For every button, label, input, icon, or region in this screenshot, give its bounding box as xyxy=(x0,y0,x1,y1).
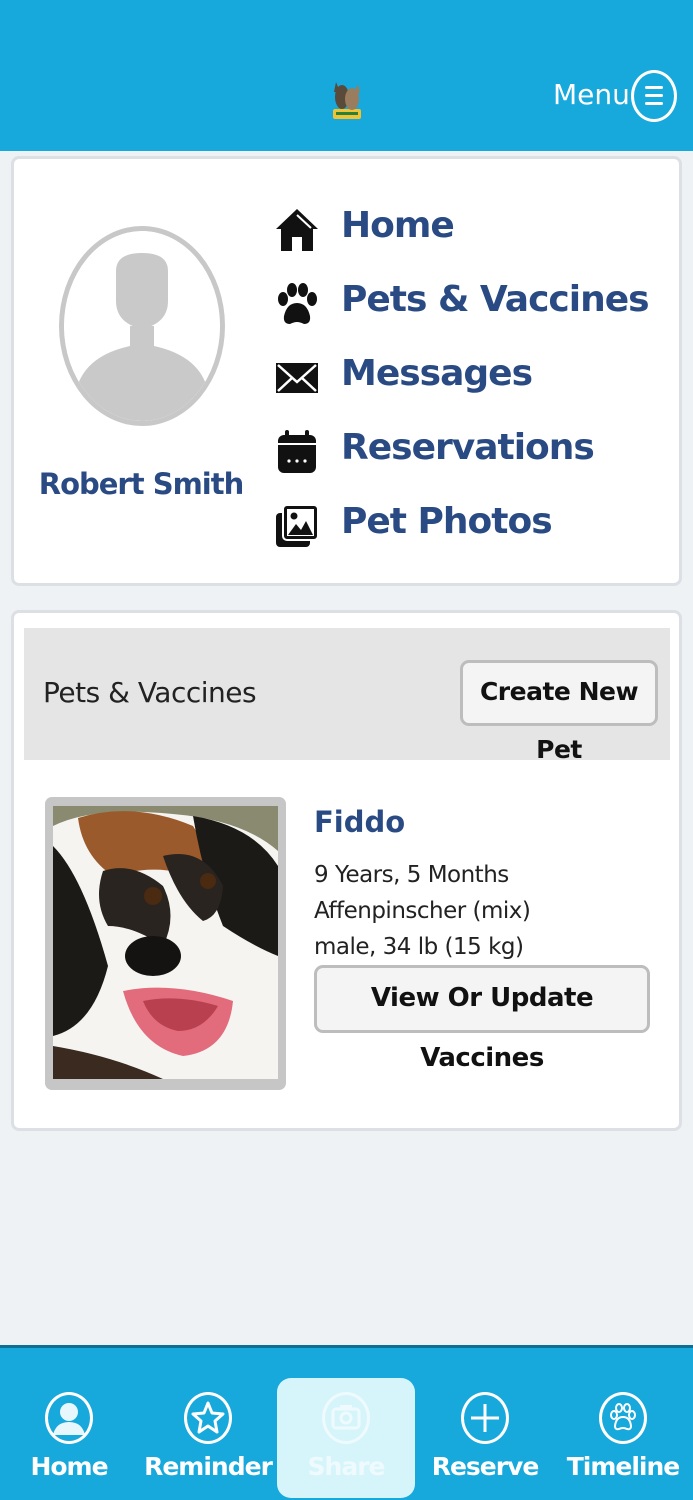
app-header: Menu xyxy=(0,0,693,151)
tab-label-reminder: Reminder xyxy=(144,1452,273,1481)
tab-share[interactable]: Share xyxy=(277,1378,415,1498)
tab-reserve[interactable]: Reserve xyxy=(416,1378,554,1498)
tab-label-reserve: Reserve xyxy=(431,1452,540,1481)
tab-label-home: Home xyxy=(30,1452,108,1481)
nav-item-pet-photos[interactable]: Pet Photos xyxy=(274,495,674,555)
nav-item-pets-vaccines[interactable]: Pets & Vaccines xyxy=(274,273,674,333)
nav-label-home: Home xyxy=(341,205,455,246)
menu-label[interactable]: Menu xyxy=(553,78,630,112)
house-icon xyxy=(276,209,318,251)
user-name[interactable]: Robert Smith xyxy=(29,467,253,501)
pet-breed: Affenpinscher (mix) xyxy=(314,898,531,924)
plus-icon xyxy=(461,1392,509,1444)
pet-photo-frame[interactable] xyxy=(45,797,286,1090)
nav-label-pet-photos: Pet Photos xyxy=(341,501,553,542)
pets-section-header: Pets & Vaccines Create New Pet xyxy=(24,628,670,764)
tab-label-share: Share xyxy=(307,1452,386,1481)
nav-label-pets-vaccines: Pets & Vaccines xyxy=(341,279,650,320)
pet-details: male, 34 lb (15 kg) xyxy=(314,934,524,960)
paw-icon xyxy=(599,1392,647,1444)
tab-reminder[interactable]: Reminder xyxy=(139,1378,277,1498)
profile-card: Robert Smith Home Pets & Vaccines Messag… xyxy=(11,156,682,586)
tab-home[interactable]: Home xyxy=(0,1378,138,1498)
person-icon xyxy=(45,1392,93,1444)
dog-cat-logo-icon[interactable] xyxy=(331,76,363,122)
paw-icon xyxy=(278,283,317,324)
photos-icon xyxy=(276,504,319,547)
star-icon xyxy=(184,1392,232,1444)
nav-label-reservations: Reservations xyxy=(341,427,595,468)
view-update-vaccines-button[interactable]: View Or Update Vaccines xyxy=(314,965,650,1073)
hamburger-menu-icon[interactable] xyxy=(631,70,677,122)
camera-icon xyxy=(322,1392,370,1444)
calendar-icon xyxy=(278,430,316,473)
nav-item-messages[interactable]: Messages xyxy=(274,347,674,407)
tab-timeline[interactable]: Timeline xyxy=(554,1378,692,1498)
envelope-icon xyxy=(276,363,318,393)
create-new-pet-button[interactable]: Create New Pet xyxy=(460,660,658,764)
person-silhouette-icon[interactable] xyxy=(59,226,225,426)
pets-card: Pets & Vaccines Create New Pet Fiddo 9 Y… xyxy=(11,610,682,1131)
bottom-tab-bar: Home Reminder Share Reserve Timeline xyxy=(0,1345,693,1500)
pet-age: 9 Years, 5 Months xyxy=(314,862,509,888)
pets-section-title: Pets & Vaccines xyxy=(43,676,257,709)
nav-item-home[interactable]: Home xyxy=(274,199,674,259)
tab-label-timeline: Timeline xyxy=(566,1452,681,1481)
pet-name[interactable]: Fiddo xyxy=(314,805,405,839)
pet-photo[interactable] xyxy=(53,806,278,1079)
nav-item-reservations[interactable]: Reservations xyxy=(274,421,674,481)
nav-label-messages: Messages xyxy=(341,353,533,394)
